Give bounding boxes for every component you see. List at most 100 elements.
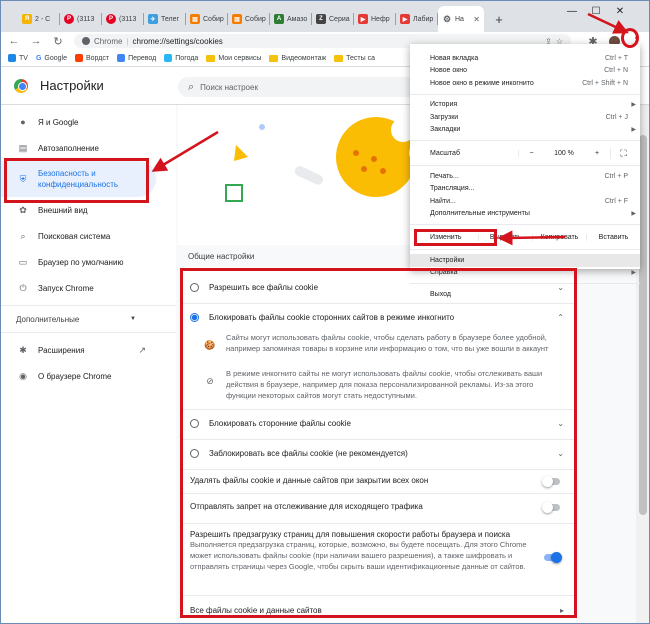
settings-search-input[interactable]: ⌕ Поиск настроек	[178, 77, 448, 97]
browser-tab[interactable]: P (3113	[102, 6, 144, 32]
radio-block-third-party[interactable]: Блокировать сторонние файлы cookie ⌄	[180, 413, 576, 433]
menu-zoom-row: Масштаб − 100 % + ⛶	[410, 145, 640, 161]
sidebar-item-autofill[interactable]: ▤ Автозаполнение	[0, 135, 176, 161]
bookmark-folder[interactable]: Тесты са	[334, 54, 375, 62]
browser-tab-active[interactable]: ⚙ На ✕	[438, 6, 484, 32]
menu-item-help[interactable]: Справка ▶	[410, 267, 640, 280]
sidebar-item-about[interactable]: ◉ О браузере Chrome	[0, 363, 176, 389]
menu-item-settings[interactable]: Настройки	[410, 254, 640, 267]
sidebar-item-search-engine[interactable]: ⌕ Поисковая система	[0, 223, 176, 249]
reload-icon[interactable]: ↻	[52, 35, 64, 48]
sidebar-item-you-and-google[interactable]: ● Я и Google	[0, 109, 176, 135]
menu-item-new-window[interactable]: Новое окно Ctrl + N	[410, 65, 640, 78]
radio-button[interactable]	[190, 418, 199, 428]
cookie-settings-card: Разрешить все файлы cookie ⌄ Блокировать …	[180, 267, 576, 622]
tab-title: Нефр	[371, 15, 390, 23]
sidebar-advanced-toggle[interactable]: Дополнительные ▼	[0, 306, 176, 332]
window-controls: — ☐ ✕	[560, 6, 632, 17]
forward-icon[interactable]: →	[30, 35, 42, 47]
zoom-out-button[interactable]: −	[518, 149, 544, 157]
radio-block-all[interactable]: Заблокировать все файлы cookie (не реком…	[180, 443, 576, 463]
browser-tab[interactable]: ▶ Нефр	[354, 6, 396, 32]
menu-separator	[410, 93, 640, 95]
close-window-icon[interactable]: ✕	[608, 6, 632, 17]
tab-title: Амазо	[287, 15, 308, 23]
scrollbar-thumb[interactable]	[639, 135, 647, 515]
copy-button[interactable]: Копировать	[532, 233, 586, 241]
close-tab-icon[interactable]: ✕	[473, 15, 480, 24]
bookmark-folder[interactable]: Мои сервисы	[206, 54, 261, 62]
chevron-right-icon: ▸	[559, 605, 564, 615]
menu-item-exit[interactable]: Выход	[410, 288, 640, 301]
minimize-icon[interactable]: —	[560, 6, 584, 17]
cut-button[interactable]: Вырезать	[478, 233, 532, 241]
menu-item-cast[interactable]: Трансляция...	[410, 183, 640, 196]
cookie-desc-2: ⊘ В режиме инкогнито сайты не могут испол…	[204, 369, 564, 402]
tab-favicon-icon: ✈	[148, 14, 158, 24]
bookmark-item[interactable]: Вордст	[74, 54, 109, 62]
browser-tab[interactable]: ▶ Лабир	[396, 6, 438, 32]
menu-item-new-tab[interactable]: Новая вкладка Ctrl + T	[410, 52, 640, 65]
toggle-switch-on[interactable]	[544, 552, 562, 563]
chevron-up-icon[interactable]: ⌃	[557, 313, 564, 322]
browser-tab[interactable]: ▤ Собир	[186, 6, 228, 32]
chevron-down-icon[interactable]: ⌄	[557, 419, 564, 428]
browser-tab[interactable]: ▤ Собир	[228, 6, 270, 32]
bookmark-item[interactable]: TV	[8, 54, 28, 62]
bookmark-item[interactable]: G Google	[36, 55, 67, 62]
radio-label: Разрешить все файлы cookie	[209, 282, 319, 292]
person-icon: ●	[20, 117, 26, 127]
link-label: Все файлы cookie и данные сайтов	[190, 605, 322, 615]
zoom-in-button[interactable]: +	[584, 150, 610, 157]
toggle-description: Выполняется предзагрузка страниц, которы…	[190, 540, 527, 571]
menu-item-print[interactable]: Печать... Ctrl + P	[410, 170, 640, 183]
submenu-arrow-icon: ▶	[631, 211, 636, 218]
power-icon: ⏻	[19, 282, 27, 293]
menu-label: Новая вкладка	[430, 54, 479, 62]
back-icon[interactable]: ←	[8, 35, 20, 47]
maximize-icon[interactable]: ☐	[584, 6, 608, 17]
tab-favicon-icon: Я	[22, 14, 32, 24]
toggle-switch-off[interactable]	[542, 502, 560, 513]
document-icon: ▤	[18, 142, 28, 153]
browser-tab[interactable]: Z Сериа	[312, 6, 354, 32]
bookmark-label: TV	[19, 54, 28, 62]
sidebar-item-security[interactable]: ⛨ Безопасность и конфиденциальность	[0, 161, 156, 197]
toggle-switch-off[interactable]	[542, 476, 560, 487]
tab-title: 2 - С	[35, 15, 51, 23]
browser-tab[interactable]: A Амазо	[270, 6, 312, 32]
fullscreen-icon[interactable]: ⛶	[610, 147, 636, 159]
translate-icon	[117, 54, 126, 62]
tab-favicon-icon: ▤	[190, 14, 200, 24]
chevron-down-icon[interactable]: ⌄	[557, 449, 564, 458]
menu-item-more-tools[interactable]: Дополнительные инструменты ▶	[410, 208, 640, 221]
menu-item-bookmarks[interactable]: Закладки ▶	[410, 124, 640, 137]
browser-tab[interactable]: Я2 - С	[18, 6, 60, 32]
sidebar-item-on-startup[interactable]: ⏻ Запуск Chrome	[0, 275, 176, 301]
new-tab-button[interactable]: +	[490, 10, 508, 28]
sidebar-item-extensions[interactable]: ✱ Расширения ↗	[0, 337, 176, 363]
toggle-label: Удалять файлы cookie и данные сайтов при…	[190, 476, 429, 485]
bookmark-item[interactable]: Перевод	[117, 54, 156, 62]
radio-button[interactable]	[190, 448, 199, 458]
bookmark-item[interactable]: Погода	[164, 54, 198, 62]
menu-item-incognito[interactable]: Новое окно в режиме инкогнито Ctrl + Shif…	[410, 77, 640, 90]
menu-item-history[interactable]: История ▶	[410, 99, 640, 112]
divider	[180, 439, 576, 440]
browser-tab[interactable]: ✈ Телег	[144, 6, 186, 32]
menu-item-find[interactable]: Найти... Ctrl + F	[410, 195, 640, 208]
menu-label: Закладки	[430, 126, 461, 134]
description-text: В режиме инкогнито сайты не могут исполь…	[226, 369, 543, 400]
radio-button[interactable]	[190, 282, 199, 292]
radio-block-incognito[interactable]: Блокировать файлы cookie сторонних сайто…	[180, 307, 576, 327]
radio-button-selected[interactable]	[190, 312, 199, 322]
bookmark-folder[interactable]: Видеомонтаж	[269, 54, 326, 62]
link-all-cookies[interactable]: Все файлы cookie и данные сайтов ▸	[180, 601, 576, 619]
tab-title: (3113	[119, 15, 137, 23]
sidebar-item-default-browser[interactable]: ▭ Браузер по умолчанию	[0, 249, 176, 275]
sidebar-item-appearance[interactable]: ✿ Внешний вид	[0, 197, 176, 223]
menu-item-downloads[interactable]: Загрузки Ctrl + J	[410, 111, 640, 124]
browser-tab[interactable]: P (3113	[60, 6, 102, 32]
paste-button[interactable]: Вставить	[586, 233, 640, 241]
google-icon: G	[35, 54, 42, 62]
